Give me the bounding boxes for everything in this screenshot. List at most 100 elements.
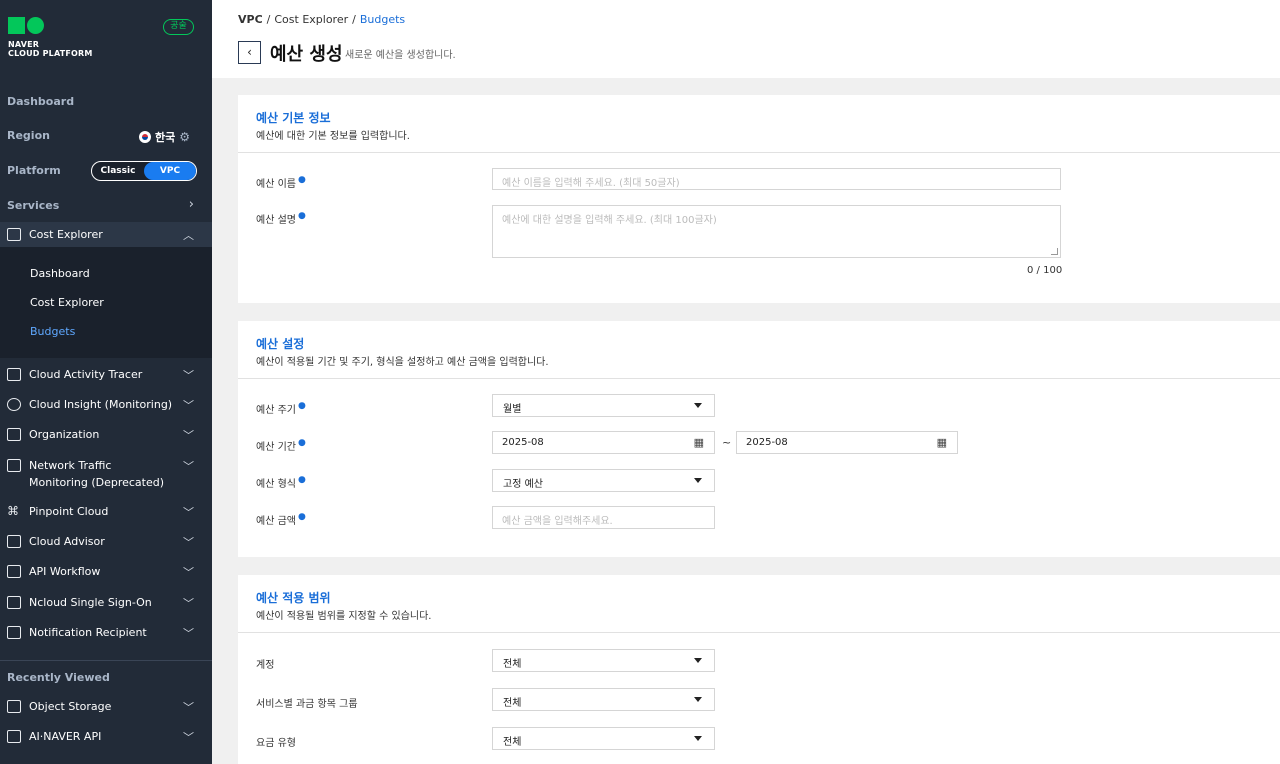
- select-value: 전체: [503, 659, 522, 670]
- budget-description-label: 예산 설명 ●: [256, 211, 306, 226]
- budget-name-input[interactable]: 예산 이름을 입력해 주세요. (최대 50글자): [492, 168, 1061, 190]
- card-title: 예산 설정: [256, 337, 305, 351]
- sidebar-item-cloud-advisor[interactable]: Cloud Advisor ﹀: [0, 529, 212, 555]
- card-header: 예산 기본 정보 예산에 대한 기본 정보를 입력합니다.: [238, 95, 1280, 153]
- chevron-down-icon: ﹀: [183, 731, 194, 744]
- budget-settings-card: 예산 설정 예산이 적용될 기간 및 주기, 형식을 설정하고 예산 금액을 입…: [238, 321, 1280, 557]
- budget-type-select[interactable]: 고정 예산: [492, 469, 715, 492]
- page-header: VPC / Cost Explorer / Budgets ‹ 예산 생성 새로운 …: [212, 0, 1280, 78]
- budget-amount-input[interactable]: 예산 금액을 입력해주세요.: [492, 506, 715, 529]
- card-title: 예산 적용 범위: [256, 591, 331, 605]
- caret-down-icon: [694, 478, 702, 483]
- back-button[interactable]: ‹: [238, 41, 261, 64]
- caret-down-icon: [694, 697, 702, 702]
- card-title: 예산 기본 정보: [256, 111, 331, 125]
- calendar-icon[interactable]: ▦: [694, 436, 704, 449]
- date-value: 2025-08: [502, 437, 544, 448]
- services-menu[interactable]: Services ›: [0, 196, 212, 214]
- period-start-date-picker[interactable]: 2025-08 ▦: [492, 431, 715, 454]
- required-dot-icon: ●: [297, 211, 306, 221]
- date-value: 2025-08: [746, 437, 788, 448]
- submenu-item-cost-explorer[interactable]: Cost Explorer: [30, 296, 104, 309]
- ai-naver-api-icon: [7, 730, 21, 743]
- region-selector[interactable]: 한국 ⚙: [139, 129, 190, 145]
- sidebar-item-network-traffic-monitoring[interactable]: Network Traffic Monitoring (Deprecated) …: [0, 452, 212, 492]
- recent-item-ai-naver-api[interactable]: AI·NAVER API ﹀: [0, 724, 212, 750]
- required-dot-icon: ●: [297, 438, 306, 448]
- cloud-insight-icon: [7, 398, 21, 411]
- region-label: Region: [7, 129, 50, 142]
- sidebar-item-api-workflow[interactable]: API Workflow ﹀: [0, 559, 212, 585]
- sidebar-item-label: Cost Explorer: [29, 228, 103, 241]
- sidebar-item-label: Object Storage: [29, 700, 112, 713]
- service-group-select[interactable]: 전체: [492, 688, 715, 711]
- platform-toggle[interactable]: Classic VPC: [91, 161, 197, 181]
- logo-text: NAVER CLOUD PLATFORM: [8, 40, 93, 58]
- resize-handle-icon[interactable]: [1051, 248, 1058, 255]
- card-description: 예산에 대한 기본 정보를 입력합니다.: [256, 131, 410, 142]
- page-subtitle: 새로운 예산을 생성합니다.: [345, 50, 456, 61]
- breadcrumb-vpc[interactable]: VPC: [238, 13, 263, 26]
- chevron-down-icon: ﹀: [183, 369, 194, 382]
- platform-option-vpc[interactable]: VPC: [144, 162, 196, 180]
- sidebar: NAVER CLOUD PLATFORM 공술 Dashboard Region…: [0, 0, 212, 764]
- period-end-date-picker[interactable]: 2025-08 ▦: [736, 431, 958, 454]
- sidebar-item-notification-recipient[interactable]: Notification Recipient ﹀: [0, 620, 212, 646]
- breadcrumb-cost-explorer[interactable]: Cost Explorer: [274, 13, 348, 26]
- chevron-down-icon: ﹀: [183, 597, 194, 610]
- budget-cycle-select[interactable]: 월별: [492, 394, 715, 417]
- object-storage-icon: [7, 700, 21, 713]
- pinpoint-icon: ⌘: [7, 504, 19, 518]
- budget-description-textarea[interactable]: 예산에 대한 설명을 입력해 주세요. (최대 100글자): [492, 205, 1061, 258]
- naver-cloud-logo[interactable]: NAVER CLOUD PLATFORM: [8, 17, 93, 58]
- card-description: 예산이 적용될 기간 및 주기, 형식을 설정하고 예산 금액을 입력합니다.: [256, 357, 549, 368]
- cost-explorer-submenu: Dashboard Cost Explorer Budgets: [0, 247, 212, 358]
- sidebar-item-cost-explorer[interactable]: Cost Explorer ︿: [0, 222, 212, 247]
- sidebar-item-organization[interactable]: Organization ﹀: [0, 422, 212, 448]
- required-dot-icon: ●: [297, 475, 306, 485]
- breadcrumb-budgets[interactable]: Budgets: [360, 13, 405, 26]
- account-select[interactable]: 전체: [492, 649, 715, 672]
- chevron-down-icon: ﹀: [183, 399, 194, 412]
- network-traffic-icon: [7, 459, 21, 472]
- sidebar-item-label: Ncloud Single Sign-On: [29, 596, 152, 609]
- sidebar-item-label: Pinpoint Cloud: [29, 505, 109, 518]
- textarea-placeholder: 예산에 대한 설명을 입력해 주세요. (최대 100글자): [502, 215, 717, 226]
- select-value: 전체: [503, 737, 522, 748]
- caret-down-icon: [694, 658, 702, 663]
- fee-type-select[interactable]: 전체: [492, 727, 715, 750]
- sidebar-item-ncloud-sso[interactable]: Ncloud Single Sign-On ﹀: [0, 590, 212, 616]
- card-header: 예산 설정 예산이 적용될 기간 및 주기, 형식을 설정하고 예산 금액을 입…: [238, 321, 1280, 379]
- account-label: 계정: [256, 660, 275, 671]
- platform-option-classic[interactable]: Classic: [92, 162, 144, 180]
- region-value: 한국: [155, 131, 176, 144]
- chevron-down-icon: ﹀: [183, 566, 194, 579]
- submenu-item-budgets[interactable]: Budgets: [30, 325, 75, 338]
- sidebar-item-cloud-insight[interactable]: Cloud Insight (Monitoring) ﹀: [0, 392, 212, 418]
- recently-viewed-label: Recently Viewed: [7, 671, 110, 684]
- card-header: 예산 적용 범위 예산이 적용될 범위를 지정할 수 있습니다.: [238, 575, 1280, 633]
- sidebar-item-pinpoint-cloud[interactable]: ⌘ Pinpoint Cloud ﹀: [0, 499, 212, 525]
- activity-tracer-icon: [7, 368, 21, 381]
- submenu-item-dashboard[interactable]: Dashboard: [30, 267, 90, 280]
- sidebar-dashboard-link[interactable]: Dashboard: [7, 95, 74, 108]
- chevron-down-icon: ﹀: [183, 506, 194, 519]
- chevron-down-icon: ﹀: [183, 460, 194, 473]
- sidebar-item-label: Cloud Activity Tracer: [29, 368, 143, 381]
- cloud-advisor-icon: [7, 535, 21, 548]
- caret-down-icon: [694, 736, 702, 741]
- budget-type-label: 예산 형식 ●: [256, 475, 306, 490]
- gear-icon[interactable]: ⚙: [179, 130, 190, 144]
- chevron-down-icon: ﹀: [183, 429, 194, 442]
- main-content: VPC / Cost Explorer / Budgets ‹ 예산 생성 새로운 …: [212, 0, 1280, 764]
- recent-item-object-storage[interactable]: Object Storage ﹀: [0, 694, 212, 720]
- chevron-left-icon: ‹: [247, 45, 252, 59]
- budget-amount-label: 예산 금액 ●: [256, 512, 306, 527]
- chevron-up-icon: ︿: [183, 229, 194, 242]
- sidebar-item-cloud-activity-tracer[interactable]: Cloud Activity Tracer ﹀: [0, 362, 212, 388]
- sidebar-item-label: API Workflow: [29, 565, 101, 578]
- platform-label: Platform: [7, 164, 61, 177]
- calendar-icon[interactable]: ▦: [937, 436, 947, 449]
- organization-icon: [7, 428, 21, 441]
- budget-name-label: 예산 이름 ●: [256, 175, 306, 190]
